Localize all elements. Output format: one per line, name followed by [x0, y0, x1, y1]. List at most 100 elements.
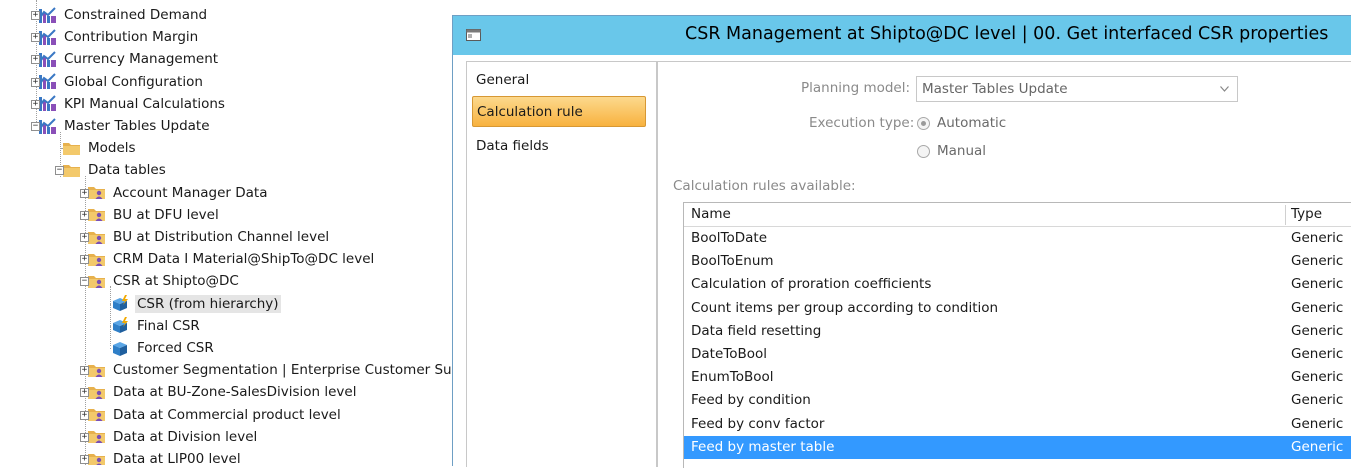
expand-icon[interactable]: + — [80, 188, 89, 198]
tree-item[interactable]: Contribution Margin — [38, 26, 200, 48]
model-icon — [38, 6, 57, 24]
hierarchy-tree: Constrained Demand + Contribution Margin + C… — [0, 0, 460, 465]
grid-row[interactable]: Feed by master table Generic — [684, 435, 1351, 459]
tree-item-label: Constrained Demand — [64, 7, 208, 23]
model-icon — [38, 51, 57, 68]
expand-icon[interactable]: + — [80, 455, 89, 464]
column-header-name[interactable]: Name — [691, 203, 731, 226]
rules-caption: Calculation rules available: — [673, 178, 856, 194]
radio-manual[interactable]: Manual — [917, 143, 986, 159]
data-table-icon — [87, 451, 106, 465]
tree-item[interactable]: Models — [62, 137, 138, 159]
rule-type-cell: Generic — [1291, 438, 1344, 455]
tree-item[interactable]: CRM Data I Material@ShipTo@DC level — [87, 248, 376, 270]
planning-model-label: Planning model: — [801, 80, 911, 96]
expand-icon[interactable]: + — [31, 33, 40, 43]
csr-management-dialog: CSR Management at Shipto@DC level | 00. … — [452, 15, 1351, 468]
tree-item[interactable]: BU at Distribution Channel level — [87, 226, 331, 248]
grid-row[interactable]: Feed by conv factor Generic — [684, 413, 1351, 436]
tree-item[interactable]: Final CSR — [111, 315, 202, 337]
nav-calculation-rule[interactable]: Calculation rule — [472, 96, 646, 127]
tree-item[interactable]: Data at LIP00 level — [87, 448, 243, 465]
data-table-icon — [87, 273, 106, 290]
tree-item-label: Data tables — [88, 162, 166, 179]
planning-model-select[interactable]: Master Tables Update — [916, 76, 1238, 102]
tree-item[interactable]: KPI Manual Calculations — [38, 93, 227, 115]
tree-item-label: Global Configuration — [64, 73, 203, 90]
rule-name-cell: Feed by condition — [691, 392, 811, 409]
tree-item[interactable]: BU at DFU level — [87, 204, 221, 226]
nav-data-fields[interactable]: Data fields — [472, 131, 650, 162]
data-table-icon — [87, 184, 106, 201]
tree-item[interactable]: Forced CSR — [111, 337, 216, 359]
rule-name-cell: Feed by master table — [691, 438, 835, 455]
radio-automatic-label: Automatic — [937, 115, 1007, 131]
rule-type-cell: Generic — [1291, 392, 1344, 409]
tree-connector — [60, 148, 62, 150]
data-table-icon — [87, 206, 106, 223]
expand-icon[interactable]: + — [80, 233, 89, 242]
tree-item[interactable]: Customer Segmentation | Enterprise Custo… — [87, 359, 460, 381]
rule-name-cell: Data field resetting — [691, 322, 822, 339]
data-table-icon — [87, 406, 106, 423]
grid-row[interactable]: Data field resetting Generic — [684, 320, 1351, 343]
cube-bolt-icon — [111, 295, 130, 312]
tree-connector — [110, 348, 111, 349]
nav-general[interactable]: General — [472, 65, 650, 96]
tree-item[interactable]: Constrained Demand — [38, 4, 209, 26]
rule-name-cell: BoolToEnum — [691, 253, 774, 270]
tree-item[interactable]: Data at Commercial product level — [87, 404, 343, 426]
dialog-titlebar[interactable]: CSR Management at Shipto@DC level | 00. … — [453, 16, 1351, 55]
cube-icon — [111, 340, 130, 357]
grid-row[interactable]: BoolToDate Generic — [684, 227, 1351, 250]
rule-name-cell: EnumToBool — [691, 369, 774, 386]
expand-icon[interactable]: + — [80, 210, 89, 220]
tree-item[interactable]: Global Configuration — [38, 71, 205, 93]
tree-item[interactable]: Data at BU-Zone-SalesDivision level — [87, 381, 358, 403]
grid-row[interactable]: Count items per group according to condi… — [684, 297, 1351, 320]
tree-item-label: Data at BU-Zone-SalesDivision level — [113, 384, 357, 401]
rule-type-cell: Generic — [1291, 415, 1344, 432]
expand-icon[interactable]: + — [31, 11, 40, 20]
window-icon[interactable] — [466, 29, 481, 41]
tree-item[interactable]: CSR (from hierarchy) — [111, 293, 281, 315]
tree-item-label: Customer Segmentation | Enterprise Custo… — [113, 362, 460, 379]
grid-row[interactable]: Feed by condition Generic — [684, 389, 1351, 412]
tree-item-label: Forced CSR — [137, 340, 214, 356]
column-header-type[interactable]: Type — [1291, 203, 1322, 226]
tree-item[interactable]: Data at Division level — [87, 426, 259, 448]
tree-item-label: Final CSR — [137, 317, 200, 334]
tree-item[interactable]: Data tables — [62, 159, 168, 181]
radio-unchecked-icon — [917, 144, 930, 158]
expand-icon[interactable]: + — [80, 388, 89, 398]
expand-icon[interactable]: + — [80, 366, 89, 376]
tree-item-label: Master Tables Update — [64, 118, 210, 134]
tree-item[interactable]: Currency Management — [38, 48, 220, 70]
tree-item[interactable]: CSR at Shipto@DC — [87, 270, 241, 292]
collapse-icon[interactable]: − — [80, 277, 89, 287]
expand-icon[interactable]: + — [80, 410, 89, 420]
column-separator[interactable] — [1285, 205, 1286, 225]
expand-icon[interactable]: + — [31, 55, 40, 65]
execution-type-label: Execution type: — [809, 115, 915, 131]
rule-type-cell: Generic — [1291, 322, 1344, 339]
tree-item[interactable]: Master Tables Update — [38, 115, 212, 137]
expand-icon[interactable]: + — [31, 77, 40, 87]
rule-type-cell: Generic — [1291, 346, 1344, 362]
grid-row[interactable]: BoolToEnum Generic — [684, 250, 1351, 273]
expand-icon[interactable]: + — [80, 432, 89, 442]
tree-item-label: BU at Distribution Channel level — [113, 229, 330, 245]
rule-name-cell: Calculation of proration coefficients — [691, 276, 932, 293]
collapse-icon[interactable]: − — [31, 122, 40, 131]
grid-row[interactable]: EnumToBool Generic — [684, 366, 1351, 389]
data-table-icon — [87, 229, 106, 246]
tree-item-label: Currency Management — [64, 51, 219, 68]
expand-icon[interactable]: + — [31, 99, 40, 109]
tree-item[interactable]: Account Manager Data — [87, 182, 270, 204]
grid-row[interactable]: Calculation of proration coefficients Gen… — [684, 273, 1351, 296]
expand-icon[interactable]: + — [80, 255, 89, 265]
grid-row[interactable]: DateToBool Generic — [684, 343, 1351, 366]
rule-type-cell: Generic — [1291, 276, 1344, 293]
collapse-icon[interactable]: − — [55, 166, 64, 176]
radio-automatic[interactable]: Automatic — [917, 115, 1006, 131]
